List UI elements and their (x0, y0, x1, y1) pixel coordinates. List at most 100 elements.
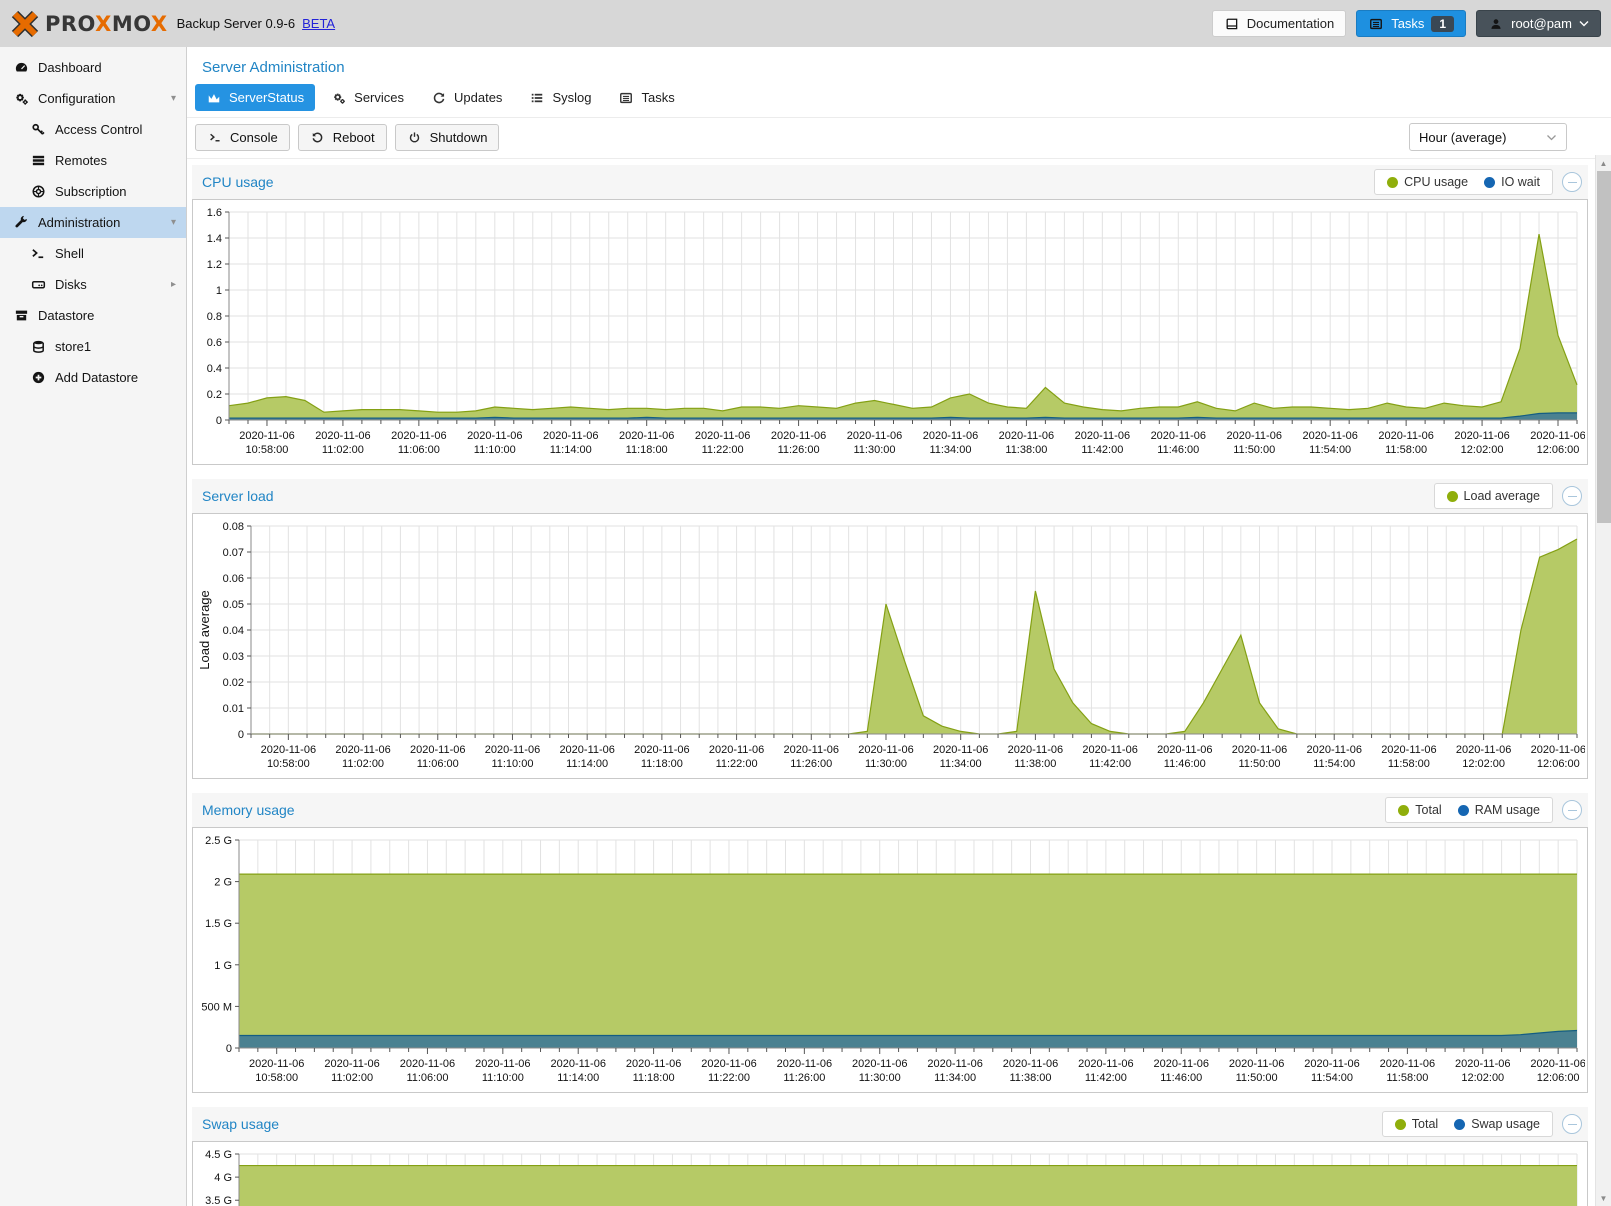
tab-updates[interactable]: Updates (420, 84, 513, 111)
panel-header: Server load Load average (192, 479, 1588, 513)
tab-serverstatus[interactable]: ServerStatus (195, 84, 315, 111)
timeframe-select[interactable]: Hour (average) (1409, 123, 1567, 151)
tasks-button[interactable]: Tasks 1 (1356, 10, 1466, 37)
collapse-panel-button[interactable] (1562, 486, 1582, 506)
svg-text:11:10:00: 11:10:00 (474, 444, 516, 456)
user-menu-button[interactable]: root@pam (1476, 10, 1601, 37)
plus-circle-icon (30, 370, 46, 385)
legend-item: IO wait (1484, 175, 1540, 189)
svg-text:1.5 G: 1.5 G (205, 918, 232, 930)
svg-text:11:26:00: 11:26:00 (783, 1072, 825, 1084)
collapse-panel-button[interactable] (1562, 172, 1582, 192)
panel-body: 00.20.40.60.811.21.41.62020-11-0610:58:0… (192, 199, 1588, 465)
svg-text:2020-11-06: 2020-11-06 (261, 744, 316, 756)
sidebar-item-subscription[interactable]: Subscription (0, 176, 186, 207)
scroll-up-arrow[interactable]: ▲ (1596, 155, 1611, 171)
svg-text:12:06:00: 12:06:00 (1537, 1072, 1580, 1084)
tasks-label: Tasks (1391, 16, 1424, 31)
sidebar-item-dashboard[interactable]: Dashboard (0, 52, 186, 83)
sidebar-item-store1[interactable]: store1 (0, 331, 186, 362)
tab-syslog[interactable]: Syslog (518, 84, 602, 111)
svg-text:2020-11-06: 2020-11-06 (1229, 1058, 1284, 1070)
legend-dot (1454, 1119, 1465, 1130)
brand-text: PROXMOX (45, 12, 168, 36)
database-icon (30, 339, 46, 354)
tab-label: Tasks (641, 90, 674, 105)
legend-item: RAM usage (1458, 803, 1540, 817)
svg-text:11:10:00: 11:10:00 (482, 1072, 524, 1084)
svg-text:2020-11-06: 2020-11-06 (777, 1058, 832, 1070)
legend-item: Total (1395, 1117, 1438, 1131)
svg-text:2020-11-06: 2020-11-06 (1530, 1058, 1585, 1070)
svg-text:2020-11-06: 2020-11-06 (559, 744, 614, 756)
legend-dot (1387, 177, 1398, 188)
task-list-icon (618, 91, 634, 105)
main-panel: Server Administration ServerStatus S (187, 47, 1611, 1206)
sidebar-item-administration[interactable]: Administration ▾ (0, 207, 186, 238)
sidebar-item-configuration[interactable]: Configuration ▾ (0, 83, 186, 114)
vertical-scrollbar[interactable]: ▲ ▼ (1595, 155, 1611, 1206)
scrollbar-thumb[interactable] (1597, 171, 1611, 523)
collapse-panel-button[interactable] (1562, 1114, 1582, 1134)
svg-text:2020-11-06: 2020-11-06 (391, 430, 446, 442)
svg-text:11:58:00: 11:58:00 (1385, 444, 1427, 456)
svg-text:2020-11-06: 2020-11-06 (933, 744, 988, 756)
svg-text:2020-11-06: 2020-11-06 (1157, 744, 1212, 756)
svg-text:11:14:00: 11:14:00 (566, 758, 608, 770)
tab-services[interactable]: Services (320, 84, 415, 111)
topbar-actions: Documentation Tasks 1 root@pam (1212, 10, 1601, 37)
sidebar-item-label: Administration (38, 215, 120, 230)
sidebar-item-label: store1 (55, 339, 91, 354)
svg-text:10:58:00: 10:58:00 (246, 444, 289, 456)
beta-link[interactable]: BETA (302, 16, 335, 31)
scroll-down-arrow[interactable]: ▼ (1596, 1190, 1611, 1206)
charts-content: CPU usage CPU usage IO wait 00.20.40.60.… (187, 159, 1594, 1206)
task-list-icon (1368, 17, 1384, 31)
svg-text:2020-11-06: 2020-11-06 (784, 744, 839, 756)
sidebar-item-disks[interactable]: Disks ▸ (0, 269, 186, 300)
svg-text:0.8: 0.8 (207, 311, 222, 323)
svg-text:Load average: Load average (197, 590, 212, 670)
life-ring-icon (30, 184, 46, 199)
svg-text:2020-11-06: 2020-11-06 (1154, 1058, 1209, 1070)
svg-text:11:14:00: 11:14:00 (550, 444, 592, 456)
documentation-button[interactable]: Documentation (1212, 10, 1346, 37)
svg-text:11:38:00: 11:38:00 (1005, 444, 1047, 456)
rotate-left-icon (310, 131, 326, 144)
svg-text:0.04: 0.04 (223, 625, 244, 637)
reboot-button[interactable]: Reboot (298, 124, 387, 151)
terminal-icon (207, 131, 223, 144)
svg-text:2020-11-06: 2020-11-06 (695, 430, 750, 442)
svg-text:11:54:00: 11:54:00 (1311, 1072, 1353, 1084)
tab-tasks[interactable]: Tasks (607, 84, 685, 111)
svg-text:11:38:00: 11:38:00 (1014, 758, 1056, 770)
panel-body: 00.010.020.030.040.050.060.070.082020-11… (192, 513, 1588, 779)
panel-header: Memory usage Total RAM usage (192, 793, 1588, 827)
svg-text:500 M: 500 M (201, 1001, 232, 1013)
sidebar-item-datastore[interactable]: Datastore (0, 300, 186, 331)
sidebar-item-access-control[interactable]: Access Control (0, 114, 186, 145)
collapse-panel-button[interactable] (1562, 800, 1582, 820)
documentation-label: Documentation (1247, 16, 1334, 31)
legend-dot (1447, 491, 1458, 502)
sidebar-item-shell[interactable]: Shell (0, 238, 186, 269)
svg-text:2020-11-06: 2020-11-06 (1227, 430, 1282, 442)
console-button[interactable]: Console (195, 124, 290, 151)
shutdown-label: Shutdown (430, 130, 488, 145)
svg-text:0.05: 0.05 (223, 599, 244, 611)
svg-text:11:46:00: 11:46:00 (1160, 1072, 1202, 1084)
sidebar-item-add-datastore[interactable]: Add Datastore (0, 362, 186, 393)
svg-text:11:42:00: 11:42:00 (1085, 1072, 1127, 1084)
svg-text:11:02:00: 11:02:00 (342, 758, 384, 770)
svg-text:2020-11-06: 2020-11-06 (1082, 744, 1137, 756)
legend-item: CPU usage (1387, 175, 1468, 189)
svg-text:2020-11-06: 2020-11-06 (1075, 430, 1130, 442)
wrench-icon (13, 215, 29, 230)
proxmox-logo: PROXMOX (10, 10, 168, 38)
shutdown-button[interactable]: Shutdown (395, 124, 500, 151)
legend-dot (1458, 805, 1469, 816)
svg-text:11:50:00: 11:50:00 (1233, 444, 1275, 456)
sidebar-item-remotes[interactable]: Remotes (0, 145, 186, 176)
svg-text:2020-11-06: 2020-11-06 (858, 744, 913, 756)
chart-legend: Total Swap usage (1382, 1111, 1553, 1137)
